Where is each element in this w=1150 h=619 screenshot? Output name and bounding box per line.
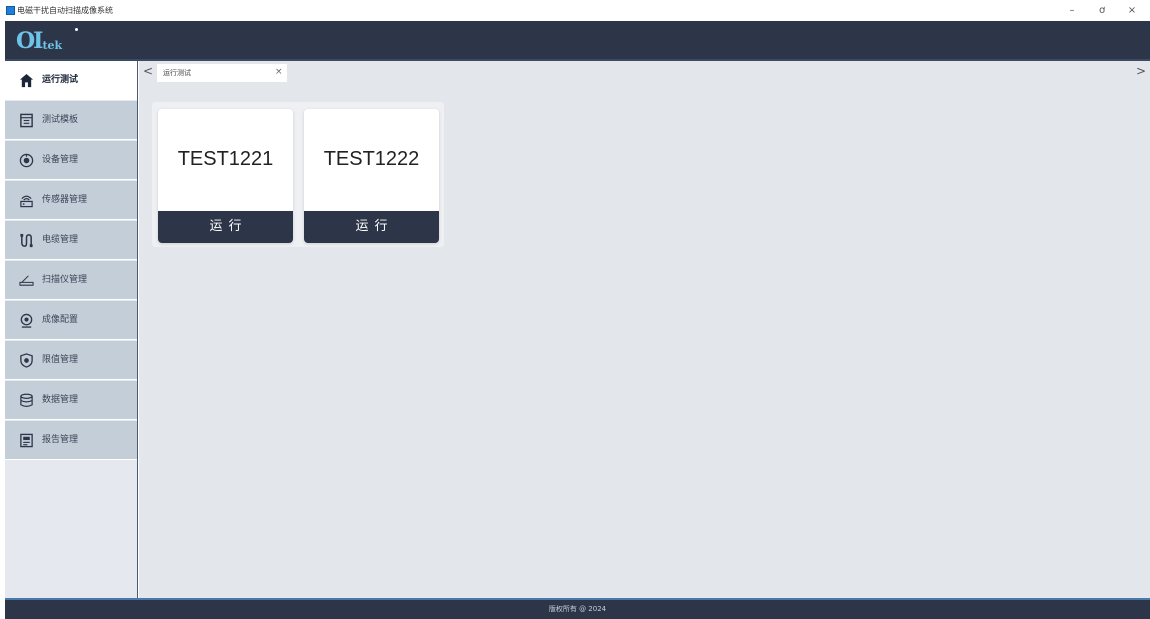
sidebar-item-run-test[interactable]: 运行测试 <box>5 61 137 100</box>
sidebar-item-label: 测试模板 <box>42 115 79 125</box>
sidebar-item-label: 运行测试 <box>42 75 79 85</box>
sidebar-item-label: 传感器管理 <box>42 195 88 205</box>
app-footer: 版权所有 @ 2024 <box>5 598 1150 619</box>
sidebar-item-label: 报告管理 <box>42 435 79 445</box>
footer-divider <box>5 598 1150 600</box>
minimize-button[interactable]: – <box>1061 3 1083 18</box>
tab-close-icon[interactable]: × <box>275 67 283 78</box>
company-logo: OI tek <box>16 27 78 54</box>
sidebar-item-data[interactable]: 数据管理 <box>5 381 137 420</box>
shield-icon <box>20 353 33 368</box>
template-icon <box>20 113 33 128</box>
test-card: TEST1222 运行 <box>304 109 439 243</box>
device-icon <box>19 153 34 168</box>
cable-icon <box>20 233 33 248</box>
tab-scroll-left-button[interactable]: < <box>143 64 153 78</box>
sidebar-item-cable[interactable]: 电缆管理 <box>5 221 137 260</box>
maximize-button[interactable]: ơ <box>1091 3 1113 18</box>
tab-scroll-right-button[interactable]: > <box>1136 64 1146 78</box>
sensor-icon <box>20 195 33 208</box>
tab-label: 运行测试 <box>163 69 191 77</box>
home-icon <box>19 73 34 88</box>
sidebar-item-device[interactable]: 设备管理 <box>5 141 137 180</box>
app-header: OI tek <box>5 21 1150 60</box>
sidebar-item-report[interactable]: 报告管理 <box>5 421 137 460</box>
report-icon <box>20 433 33 448</box>
run-button[interactable]: 运行 <box>158 211 293 243</box>
sidebar-item-label: 设备管理 <box>42 155 79 165</box>
sidebar: 运行测试 测试模板 设备管理 传感器管理 电缆管理 扫描仪管理 成像配置 限值管… <box>5 61 138 598</box>
sidebar-item-scanner[interactable]: 扫描仪管理 <box>5 261 137 300</box>
sidebar-item-limit[interactable]: 限值管理 <box>5 341 137 380</box>
close-button[interactable]: × <box>1121 3 1143 18</box>
scanner-icon <box>19 275 34 286</box>
sidebar-item-label: 限值管理 <box>42 355 79 365</box>
test-card: TEST1221 运行 <box>158 109 293 243</box>
sidebar-item-label: 扫描仪管理 <box>42 275 88 285</box>
tab-run-test[interactable]: 运行测试 × <box>157 64 287 82</box>
copyright-text: 版权所有 @ 2024 <box>548 605 607 613</box>
logo-dot <box>75 28 78 31</box>
sidebar-item-sensor[interactable]: 传感器管理 <box>5 181 137 220</box>
test-name: TEST1222 <box>323 148 420 170</box>
sidebar-item-label: 成像配置 <box>42 315 79 325</box>
window-titlebar: 电磁干扰自动扫描成像系统 – ơ × <box>0 0 1150 21</box>
sidebar-item-test-template[interactable]: 测试模板 <box>5 101 137 140</box>
logo-main-text: OI <box>16 28 44 54</box>
logo-sub-text: tek <box>42 39 63 52</box>
main-content: < 运行测试 × > TEST1221 运行 TEST1222 运行 <box>139 61 1150 598</box>
app-window: 电磁干扰自动扫描成像系统 – ơ × OI tek 运行测试 测试模板 设备管理… <box>0 0 1150 619</box>
sidebar-item-imaging[interactable]: 成像配置 <box>5 301 137 340</box>
run-button[interactable]: 运行 <box>304 211 439 243</box>
test-card-panel: TEST1221 运行 TEST1222 运行 <box>152 102 444 247</box>
imaging-icon <box>20 313 33 328</box>
window-title: 电磁干扰自动扫描成像系统 <box>17 6 113 15</box>
sidebar-item-label: 数据管理 <box>42 395 79 405</box>
app-icon <box>6 6 15 15</box>
database-icon <box>20 393 33 407</box>
sidebar-item-label: 电缆管理 <box>42 235 79 245</box>
test-name: TEST1221 <box>177 148 274 170</box>
